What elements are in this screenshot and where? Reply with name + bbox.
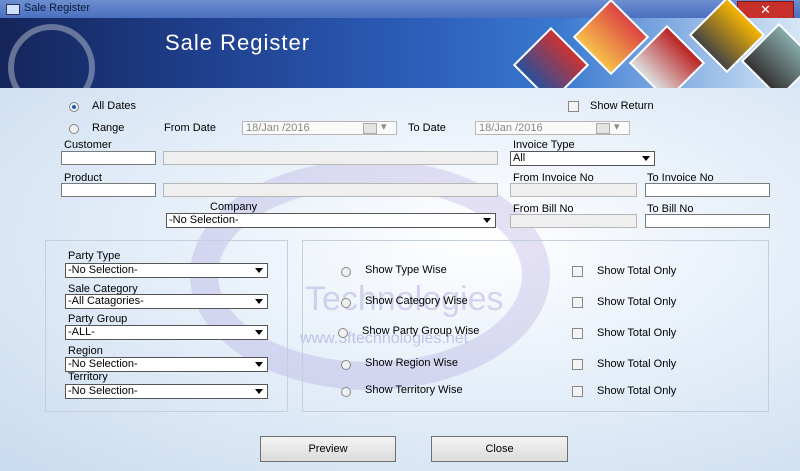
chevron-down-icon [255, 362, 263, 367]
show-region-wise-label: Show Region Wise [365, 357, 458, 369]
chevron-down-icon[interactable]: ▾ [614, 121, 620, 133]
show-territory-wise-radio[interactable] [341, 387, 351, 397]
app-icon [6, 4, 20, 15]
category-total-only-checkbox[interactable] [572, 297, 583, 308]
window-title: Sale Register [24, 2, 91, 14]
from-date-picker[interactable]: 18/Jan /2016 ▾ [242, 121, 397, 135]
invoice-type-label: Invoice Type [513, 139, 575, 151]
chevron-down-icon[interactable]: ▾ [381, 121, 387, 133]
show-category-wise-label: Show Category Wise [365, 295, 468, 307]
invoice-type-select[interactable]: All [510, 151, 655, 166]
sale-category-select[interactable]: -All Catagories- [65, 294, 268, 309]
party-type-value: -No Selection- [68, 264, 138, 276]
party-group-total-only-checkbox[interactable] [572, 328, 583, 339]
sale-category-value: -All Catagories- [68, 295, 144, 307]
title-bar: Sale Register ✕ [0, 0, 800, 19]
show-region-wise-radio[interactable] [341, 360, 351, 370]
customer-label: Customer [64, 139, 112, 151]
type-total-only-label: Show Total Only [597, 265, 677, 277]
calendar-icon[interactable] [363, 123, 377, 134]
to-date-value: 18/Jan /2016 [479, 122, 543, 134]
company-value: -No Selection- [169, 214, 239, 226]
to-bill-no-input[interactable] [645, 214, 770, 228]
show-type-wise-radio[interactable] [341, 267, 351, 277]
product-code-input[interactable] [61, 183, 156, 197]
header-banner: Sale Register [0, 0, 800, 111]
territory-total-only-checkbox[interactable] [572, 386, 583, 397]
invoice-type-value: All [513, 152, 526, 164]
region-value: -No Selection- [68, 358, 138, 370]
banner-heading: Sale Register [165, 30, 311, 55]
show-return-label: Show Return [590, 100, 654, 112]
show-party-group-wise-radio[interactable] [338, 328, 348, 338]
region-label: Region [68, 345, 103, 357]
range-radio[interactable] [69, 124, 79, 134]
preview-button[interactable]: Preview [260, 436, 396, 462]
customer-name-input[interactable] [163, 151, 498, 165]
show-territory-wise-label: Show Territory Wise [365, 384, 463, 396]
customer-code-input[interactable] [61, 151, 156, 165]
party-group-select[interactable]: -ALL- [65, 325, 268, 340]
territory-select[interactable]: -No Selection- [65, 384, 268, 399]
region-select[interactable]: -No Selection- [65, 357, 268, 372]
range-label: Range [92, 122, 125, 134]
show-category-wise-radio[interactable] [341, 298, 351, 308]
party-group-total-only-label: Show Total Only [597, 327, 677, 339]
chevron-down-icon [255, 299, 263, 304]
calendar-icon[interactable] [596, 123, 610, 134]
show-type-wise-label: Show Type Wise [365, 264, 447, 276]
show-return-checkbox[interactable] [568, 101, 579, 112]
close-button[interactable]: Close [431, 436, 568, 462]
product-name-input[interactable] [163, 183, 498, 197]
territory-total-only-label: Show Total Only [597, 385, 677, 397]
to-date-label: To Date [408, 122, 446, 134]
type-total-only-checkbox[interactable] [572, 266, 583, 277]
all-dates-radio[interactable] [69, 102, 79, 112]
show-party-group-wise-label: Show Party Group Wise [362, 325, 480, 337]
party-group-value: -ALL- [68, 326, 95, 338]
chevron-down-icon [255, 330, 263, 335]
chevron-down-icon [642, 156, 650, 161]
party-type-select[interactable]: -No Selection- [65, 263, 268, 278]
from-date-value: 18/Jan /2016 [246, 122, 310, 134]
from-bill-no-input[interactable] [510, 214, 637, 228]
region-total-only-checkbox[interactable] [572, 359, 583, 370]
territory-value: -No Selection- [68, 385, 138, 397]
company-label: Company [210, 201, 258, 213]
to-invoice-no-input[interactable] [645, 183, 770, 197]
party-group-label: Party Group [68, 313, 128, 325]
territory-label: Territory [68, 371, 108, 383]
category-total-only-label: Show Total Only [597, 296, 677, 308]
party-type-label: Party Type [68, 250, 121, 262]
region-total-only-label: Show Total Only [597, 358, 677, 370]
chevron-down-icon [483, 218, 491, 223]
company-select[interactable]: -No Selection- [166, 213, 496, 228]
from-date-label: From Date [164, 122, 216, 134]
chevron-down-icon [255, 389, 263, 394]
all-dates-label: All Dates [92, 100, 137, 112]
to-date-picker[interactable]: 18/Jan /2016 ▾ [475, 121, 630, 135]
from-invoice-no-input[interactable] [510, 183, 637, 197]
chevron-down-icon [255, 268, 263, 273]
